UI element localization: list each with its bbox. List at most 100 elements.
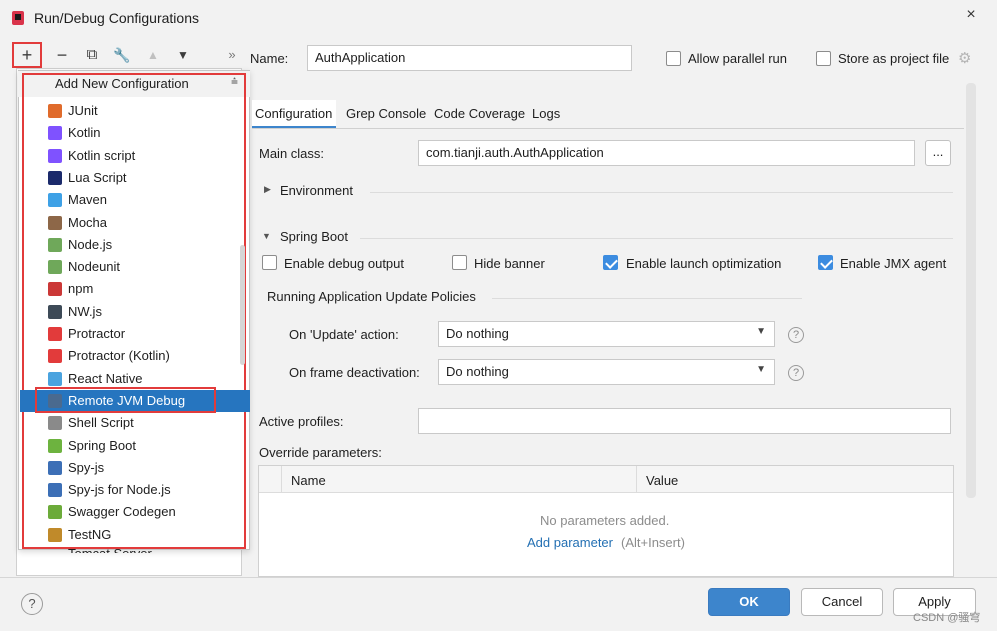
popup-item-lua-script[interactable]: Lua Script bbox=[20, 167, 250, 189]
popup-item-node-js[interactable]: Node.js bbox=[20, 234, 250, 256]
on-update-dropdown[interactable]: Do nothing ▼ bbox=[438, 321, 775, 347]
table-header bbox=[259, 466, 953, 493]
add-configuration-button[interactable]: + bbox=[12, 42, 42, 68]
hide-banner-label: Hide banner bbox=[474, 256, 545, 271]
popup-item-nw-js[interactable]: NW.js bbox=[20, 301, 250, 323]
popup-item-label: Shell Script bbox=[68, 415, 134, 431]
override-parameters-label: Override parameters: bbox=[259, 445, 382, 460]
help-button[interactable]: ? bbox=[21, 593, 43, 615]
tab-configuration[interactable]: Configuration bbox=[255, 106, 332, 121]
expand-chevron-icon[interactable]: ▶ bbox=[264, 184, 271, 195]
remove-configuration-button[interactable]: − bbox=[52, 44, 72, 66]
testng-icon bbox=[48, 527, 62, 542]
allow-parallel-label: Allow parallel run bbox=[688, 51, 787, 66]
partial-list-item: Tomcat Server bbox=[68, 547, 152, 553]
help-icon[interactable]: ? bbox=[788, 365, 804, 381]
popup-item-label: Mocha bbox=[68, 214, 108, 230]
popup-item-label: TestNG bbox=[68, 526, 112, 542]
spring-boot-section[interactable]: Spring Boot bbox=[280, 229, 348, 244]
environment-section[interactable]: Environment bbox=[280, 183, 353, 198]
popup-item-label: Nodeunit bbox=[68, 259, 121, 275]
collapse-chevron-icon[interactable]: ▼ bbox=[262, 231, 271, 241]
nwjs-icon bbox=[48, 304, 62, 319]
popup-item-kotlin[interactable]: Kotlin bbox=[20, 122, 250, 144]
on-update-label: On 'Update' action: bbox=[289, 327, 399, 342]
tab-code-coverage[interactable]: Code Coverage bbox=[434, 106, 525, 121]
react-native-icon bbox=[48, 371, 62, 386]
swagger-icon bbox=[48, 505, 62, 520]
popup-item-protractor-kotlin[interactable]: Protractor (Kotlin) bbox=[20, 345, 250, 367]
launch-optimization-checkbox[interactable] bbox=[603, 255, 618, 270]
npm-icon bbox=[48, 282, 62, 297]
spring-boot-icon bbox=[48, 438, 62, 453]
store-project-checkbox[interactable] bbox=[816, 51, 831, 66]
spyjs-node-icon bbox=[48, 483, 62, 498]
panel-scrollbar[interactable] bbox=[966, 83, 976, 498]
debug-output-label: Enable debug output bbox=[284, 256, 404, 271]
divider bbox=[360, 238, 953, 239]
maven-icon bbox=[48, 193, 62, 208]
popup-item-label: Kotlin script bbox=[68, 147, 136, 163]
allow-parallel-checkbox[interactable] bbox=[666, 51, 681, 66]
popup-item-swagger-codegen[interactable]: Swagger Codegen bbox=[20, 501, 250, 523]
popup-item-junit[interactable]: JUnit bbox=[20, 100, 250, 122]
popup-item-label: Node.js bbox=[68, 236, 113, 252]
column-divider bbox=[636, 466, 637, 493]
on-update-value: Do nothing bbox=[446, 326, 509, 341]
popup-item-shell-script[interactable]: Shell Script bbox=[20, 412, 250, 434]
protractor-kotlin-icon bbox=[48, 349, 62, 364]
empty-table-text: No parameters added. bbox=[540, 513, 670, 528]
popup-item-label: Lua Script bbox=[68, 169, 127, 185]
nodejs-icon bbox=[48, 237, 62, 252]
column-header-name[interactable]: Name bbox=[291, 473, 326, 488]
column-header-value[interactable]: Value bbox=[646, 473, 678, 488]
cancel-button[interactable]: Cancel bbox=[801, 588, 883, 616]
popup-item-spy-js[interactable]: Spy-js bbox=[20, 457, 250, 479]
copy-configuration-button[interactable]: ⧉ bbox=[82, 44, 102, 66]
more-chevron-icon[interactable]: » bbox=[222, 44, 242, 66]
popup-item-label: Protractor bbox=[68, 326, 126, 341]
main-class-input[interactable]: com.tianji.auth.AuthApplication bbox=[418, 140, 915, 166]
popup-item-label: npm bbox=[68, 281, 94, 297]
shell-script-icon bbox=[48, 416, 62, 431]
popup-item-testng[interactable]: TestNG bbox=[20, 524, 250, 546]
popup-item-npm[interactable]: npm bbox=[20, 278, 250, 300]
column-divider bbox=[281, 466, 282, 493]
popup-item-maven[interactable]: Maven bbox=[20, 189, 250, 211]
on-frame-value: Do nothing bbox=[446, 364, 509, 379]
name-input[interactable]: AuthApplication bbox=[307, 45, 632, 71]
launch-optimization-label: Enable launch optimization bbox=[626, 256, 782, 271]
popup-item-nodeunit[interactable]: Nodeunit bbox=[20, 256, 250, 278]
add-parameter-link[interactable]: Add parameter bbox=[527, 535, 613, 550]
ok-button[interactable]: OK bbox=[708, 588, 790, 616]
popup-item-protractor[interactable]: Protractor bbox=[20, 323, 250, 345]
popup-item-label: NW.js bbox=[68, 303, 102, 319]
popup-item-label: Spy-js bbox=[68, 459, 105, 475]
hide-banner-checkbox[interactable] bbox=[452, 255, 467, 270]
popup-item-label: Protractor (Kotlin) bbox=[68, 348, 170, 364]
browse-main-class-button[interactable]: ... bbox=[925, 140, 951, 166]
watermark-text: CSDN @骚穹 bbox=[913, 612, 981, 624]
popup-item-spring-boot[interactable]: Spring Boot bbox=[20, 435, 250, 457]
debug-output-checkbox[interactable] bbox=[262, 255, 277, 270]
tab-logs[interactable]: Logs bbox=[532, 106, 560, 121]
popup-item-mocha[interactable]: Mocha bbox=[20, 212, 250, 234]
popup-item-kotlin-script[interactable]: Kotlin script bbox=[20, 145, 250, 167]
move-down-icon[interactable]: ▼ bbox=[173, 44, 193, 66]
edit-templates-wrench-icon[interactable]: 🔧 bbox=[112, 44, 132, 66]
popup-scrollbar[interactable] bbox=[240, 245, 245, 365]
tab-grep-console[interactable]: Grep Console bbox=[346, 106, 426, 121]
protractor-icon bbox=[48, 327, 62, 341]
store-project-label: Store as project file bbox=[838, 51, 950, 66]
divider bbox=[370, 192, 953, 193]
gear-icon[interactable]: ⚙ bbox=[958, 49, 971, 67]
jmx-agent-checkbox[interactable] bbox=[818, 255, 833, 270]
help-icon[interactable]: ? bbox=[788, 327, 804, 343]
on-frame-dropdown[interactable]: Do nothing ▼ bbox=[438, 359, 775, 385]
popup-item-spy-js-for-node-js[interactable]: Spy-js for Node.js bbox=[20, 479, 250, 501]
junit-icon bbox=[48, 104, 62, 118]
mocha-icon bbox=[48, 215, 62, 230]
close-icon[interactable]: × bbox=[961, 6, 981, 24]
active-profiles-input[interactable] bbox=[418, 408, 951, 434]
move-up-icon[interactable]: ▲ bbox=[143, 44, 163, 66]
